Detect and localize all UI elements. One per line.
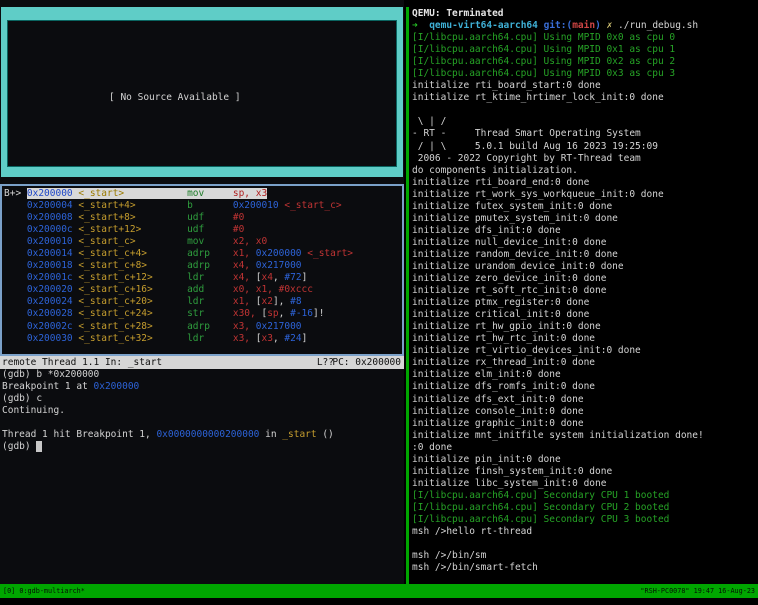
terminal-line: msh />/bin/smart-fetch: [412, 562, 538, 574]
gdb-console-line: (gdb): [2, 441, 402, 453]
terminal-line: initialize graphic_init:0 done: [412, 417, 584, 429]
terminal-line: [I/libcpu.aarch64.cpu] Using MPID 0x3 as…: [412, 68, 676, 80]
asm-row: 0x200004 <_start+4> b 0x200010 <_start_c…: [26, 200, 342, 212]
terminal-line: initialize critical_init:0 done: [412, 309, 590, 321]
terminal-line: initialize rt_soft_rtc_init:0 done: [412, 285, 607, 297]
terminal-line: ➜ qemu-virt64-aarch64 git:(main) ✗ ./run…: [412, 20, 699, 32]
terminal-line: initialize finsh_system_init:0 done: [412, 465, 613, 477]
terminal-line: msh />hello rt-thread: [412, 526, 533, 538]
asm-row: 0x20000c <_start+12> udf #0: [26, 224, 245, 236]
gdb-console-line: Thread 1 hit Breakpoint 1, 0x00000000002…: [2, 429, 334, 441]
asm-row: B+> 0x200000 <_start> mov sp, x3: [4, 188, 268, 199]
terminal-line: [I/libcpu.aarch64.cpu] Secondary CPU 1 b…: [412, 489, 670, 501]
terminal-line: initialize rt_hw_rtc_init:0 done: [412, 333, 596, 345]
gdb-pane[interactable]: [ No Source Available ] B+> 0x200000 <_s…: [0, 0, 404, 584]
terminal-line: initialize rt_virtio_devices_init:0 done: [412, 345, 641, 357]
terminal-line: \ | /: [412, 116, 447, 128]
gdb-status-line: remote Thread 1.1 In: _start L?? PC: 0x2…: [0, 356, 404, 369]
terminal-line: 2006 - 2022 Copyright by RT-Thread team: [412, 152, 641, 164]
gdb-console-line: (gdb) c: [2, 393, 43, 405]
terminal-line: initialize rt_hw_gpio_init:0 done: [412, 321, 601, 333]
terminal-line: - RT - Thread Smart Operating System: [412, 128, 641, 140]
terminal-line: initialize random_device_init:0 done: [412, 248, 618, 260]
asm-row: 0x200018 <_start_c+8> adrp x4, 0x217000: [26, 260, 302, 272]
terminal-screen: [ No Source Available ] B+> 0x200000 <_s…: [0, 0, 758, 605]
terminal-line: initialize rt_ktime_hrtimer_lock_init:0 …: [412, 92, 664, 104]
terminal-line: initialize libc_system_init:0 done: [412, 477, 607, 489]
terminal-line: initialize pmutex_system_init:0 done: [412, 212, 618, 224]
terminal-line: initialize null_device_init:0 done: [412, 236, 607, 248]
terminal-line: initialize console_init:0 done: [412, 405, 584, 417]
asm-row: 0x200010 <_start_c> mov x2, x0: [26, 236, 268, 248]
gdb-console[interactable]: (gdb) b *0x200000 Breakpoint 1 at 0x20000…: [2, 369, 402, 453]
terminal-line: [I/libcpu.aarch64.cpu] Using MPID 0x1 as…: [412, 44, 676, 56]
terminal-line: initialize mnt_initfile system initializ…: [412, 429, 704, 441]
terminal-line: / | \ 5.0.1 build Aug 16 2023 19:25:09: [412, 140, 658, 152]
tmux-host-clock: "RSH-PC0078" 19:47 16-Aug-23: [640, 587, 755, 595]
asm-row: 0x200030 <_start_c+32> ldr x3, [x3, #24]: [26, 332, 308, 344]
terminal-line: [I/libcpu.aarch64.cpu] Secondary CPU 2 b…: [412, 501, 670, 513]
terminal-line: initialize ptmx_register:0 done: [412, 297, 590, 309]
terminal-line: initialize dfs_init:0 done: [412, 224, 561, 236]
terminal-line: initialize rti_board_end:0 done: [412, 176, 590, 188]
terminal-line: [I/libcpu.aarch64.cpu] Using MPID 0x2 as…: [412, 56, 676, 68]
tmux-status-bar: [0] 0:gdb-multiarch* "RSH-PC0078" 19:47 …: [0, 584, 758, 598]
terminal-line: msh />/bin/sm: [412, 550, 487, 562]
terminal-line: initialize elm_init:0 done: [412, 369, 561, 381]
status-thread-label: remote Thread 1.1 In: _start: [2, 357, 163, 368]
gdb-asm-window: B+> 0x200000 <_start> mov sp, x3 0x20000…: [0, 184, 404, 356]
terminal-line: initialize zero_device_init:0 done: [412, 273, 607, 285]
gdb-source-window: [ No Source Available ]: [1, 7, 403, 177]
terminal-line: do components initialization.: [412, 164, 578, 176]
terminal-line: initialize pin_init:0 done: [412, 453, 561, 465]
qemu-pane[interactable]: QEMU: Terminated ➜ qemu-virt64-aarch64 gi…: [412, 8, 757, 584]
no-source-message: [ No Source Available ]: [109, 92, 241, 103]
terminal-line: initialize rx_thread_init:0 done: [412, 357, 596, 369]
status-pc-value: PC: 0x200000: [332, 357, 401, 368]
terminal-line: QEMU: Terminated: [412, 8, 504, 19]
tmux-pane-divider[interactable]: [406, 7, 409, 584]
asm-row: 0x200014 <_start_c+4> adrp x1, 0x200000 …: [26, 248, 354, 260]
tmux-window-list[interactable]: [0] 0:gdb-multiarch*: [3, 584, 85, 598]
terminal-line: [I/libcpu.aarch64.cpu] Secondary CPU 3 b…: [412, 513, 670, 525]
terminal-line: initialize rt_work_sys_workqueue_init:0 …: [412, 188, 664, 200]
terminal-line: initialize rti_board_start:0 done: [412, 80, 601, 92]
asm-row: 0x20001c <_start_c+12> ldr x4, [x4, #72]: [26, 272, 308, 284]
terminal-line: initialize dfs_ext_init:0 done: [412, 393, 584, 405]
asm-row: 0x200008 <_start+8> udf #0: [26, 212, 245, 224]
gdb-console-line: Breakpoint 1 at 0x200000: [2, 381, 140, 393]
gdb-console-line: Continuing.: [2, 405, 65, 417]
asm-row: 0x200028 <_start_c+24> str x30, [sp, #-1…: [26, 308, 325, 320]
terminal-line: initialize urandom_device_init:0 done: [412, 260, 624, 272]
asm-rows: B+> 0x200000 <_start> mov sp, x3 0x20000…: [4, 188, 402, 345]
terminal-line: [I/libcpu.aarch64.cpu] Using MPID 0x0 as…: [412, 32, 676, 44]
qemu-output: QEMU: Terminated ➜ qemu-virt64-aarch64 gi…: [412, 8, 757, 584]
terminal-line: :0 done: [412, 441, 453, 453]
terminal-line: initialize dfs_romfs_init:0 done: [412, 381, 596, 393]
asm-row: 0x200024 <_start_c+20> ldr x1, [x2], #8: [26, 296, 302, 308]
gdb-console-line: (gdb) b *0x200000: [2, 369, 100, 380]
gdb-console-line: [2, 417, 402, 429]
asm-row: 0x200020 <_start_c+16> add x0, x1, #0xcc…: [26, 284, 313, 296]
terminal-line: initialize futex_system_init:0 done: [412, 200, 613, 212]
asm-row: 0x20002c <_start_c+28> adrp x3, 0x217000: [26, 320, 302, 332]
